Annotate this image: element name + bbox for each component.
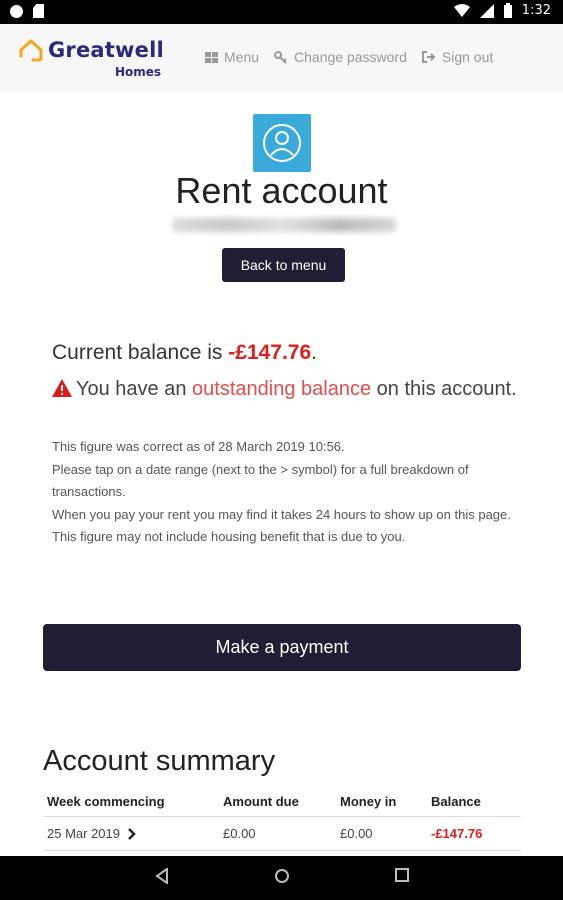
redacted-account-details (172, 218, 396, 232)
balance-cell: -£147.76 (431, 826, 483, 841)
week-cell[interactable]: 25 Mar 2019 (43, 826, 220, 841)
notification-icon (10, 4, 23, 18)
nav-menu[interactable]: Menu (205, 49, 259, 65)
account-summary-table: Week commencing Amount due Money in Bala… (43, 787, 521, 851)
nav-sign-out[interactable]: Sign out (421, 49, 494, 65)
col-money-in: Money in (340, 794, 397, 809)
logo-wordmark: Greatwell (48, 38, 164, 62)
back-to-menu-button[interactable]: Back to menu (222, 248, 345, 282)
wifi-icon (453, 3, 470, 17)
warning-text-before: You have an (76, 378, 193, 400)
page-title: Rent account (175, 170, 388, 211)
key-icon (274, 50, 287, 64)
house-logo-icon (19, 39, 43, 62)
grid-icon (205, 51, 218, 63)
table-header: Week commencing Amount due Money in Bala… (43, 787, 521, 817)
home-icon[interactable] (274, 868, 290, 884)
user-avatar (253, 114, 311, 172)
app-header: Greatwell Homes Menu Change password Sig… (0, 24, 563, 92)
current-balance: Current balance is -£147.76. (52, 341, 317, 365)
info-line: When you pay your rent you may find it t… (52, 506, 511, 545)
col-amount-due: Amount due (223, 794, 299, 809)
logo-subtitle: Homes (115, 65, 162, 79)
outstanding-balance-text: outstanding balance (192, 378, 372, 400)
info-line: This figure was correct as of 28 March 2… (52, 439, 345, 454)
sd-card-icon (33, 4, 44, 18)
sign-out-icon (421, 51, 436, 63)
system-nav-bar (0, 856, 563, 900)
back-icon[interactable] (155, 868, 169, 884)
balance-suffix: . (311, 341, 318, 364)
nav-change-password[interactable]: Change password (274, 49, 407, 65)
nav-menu-label: Menu (224, 49, 260, 65)
summary-title: Account summary (43, 745, 276, 777)
chevron-right-icon[interactable] (128, 827, 136, 840)
amount-due-cell: £0.00 (223, 826, 256, 841)
week-date: 25 Mar 2019 (47, 826, 120, 841)
nav-change-password-label: Change password (294, 49, 407, 65)
status-bar: 1:32 (0, 0, 563, 24)
warning-text-after: on this account. (371, 378, 517, 400)
info-line: Please tap on a date range (next to the … (52, 461, 469, 500)
outstanding-warning: You have an outstanding balance on this … (52, 374, 522, 405)
clock: 1:32 (521, 3, 551, 18)
battery-icon (503, 3, 512, 18)
warning-icon (52, 379, 72, 397)
money-in-cell: £0.00 (340, 826, 373, 841)
col-balance: Balance (431, 794, 481, 809)
recents-icon[interactable] (395, 868, 409, 882)
col-week: Week commencing (47, 794, 165, 809)
balance-info: This figure was correct as of 28 March 2… (52, 436, 522, 549)
header-nav: Menu Change password Sign out (205, 49, 493, 65)
signal-icon (479, 3, 494, 18)
make-payment-button[interactable]: Make a payment (43, 624, 521, 671)
nav-sign-out-label: Sign out (441, 49, 494, 65)
balance-amount: -£147.76 (228, 341, 312, 364)
table-row[interactable]: 25 Mar 2019 £0.00 £0.00 -£147.76 (43, 817, 521, 851)
balance-prefix: Current balance is (52, 341, 229, 364)
user-icon (263, 124, 301, 162)
